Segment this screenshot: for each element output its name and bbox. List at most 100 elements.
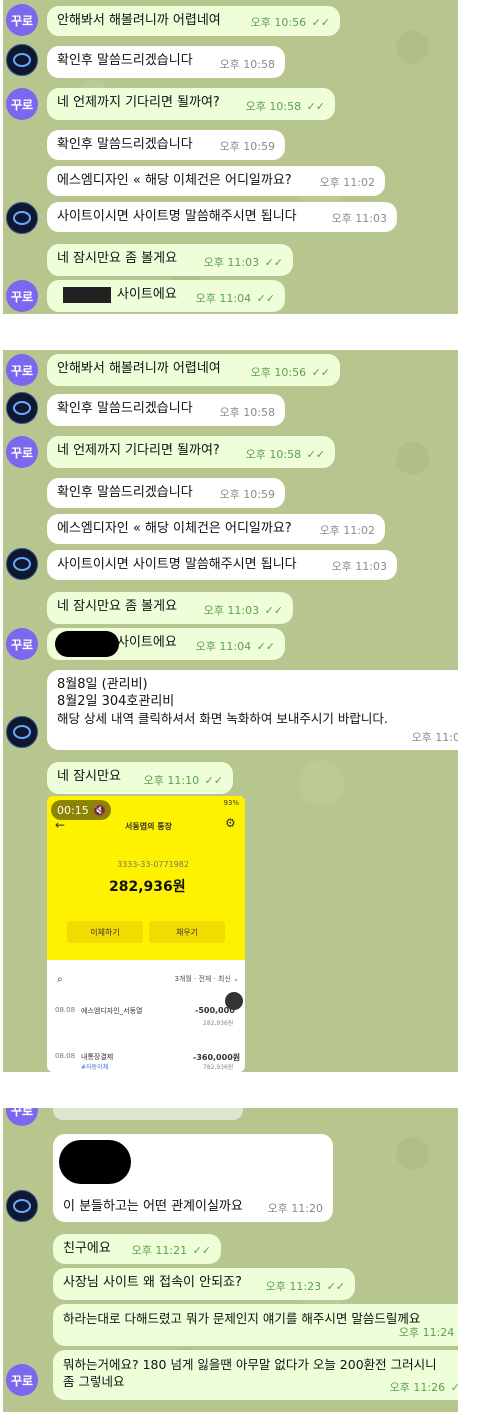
message-bubble[interactable]: 네 언제까지 기다리면 될까여? 오후 10:58 ✓✓ (47, 88, 335, 120)
avatar[interactable] (6, 548, 38, 580)
message-bubble[interactable]: 사이트에요 오후 11:04 ✓✓ (47, 628, 285, 660)
time-text: 오후 10:58 (245, 100, 302, 113)
avatar[interactable] (6, 202, 38, 234)
message-bubble[interactable]: 확인후 말씀드리겠습니다 오후 10:58 (47, 394, 285, 426)
back-arrow-icon[interactable]: ← (55, 818, 65, 832)
message-bubble[interactable]: 네 잠시만요 좀 볼게요 오후 11:03 ✓✓ (47, 244, 293, 276)
message-time: 오후 11:04 ✓✓ (196, 638, 275, 656)
message-time: 오후 10:58 (219, 58, 275, 71)
redacted-block (59, 1140, 131, 1184)
avatar[interactable]: 꾸로 (6, 1364, 38, 1396)
double-check-icon: ✓✓ (306, 448, 325, 461)
message-time: 오후 10:59 (219, 140, 275, 153)
message-text: 안해봐서 해볼려니까 어렵네여 (57, 13, 221, 28)
message-time: 오후 11:23 ✓✓ (266, 1278, 345, 1296)
avatar[interactable] (6, 716, 38, 748)
message-bubble[interactable]: 뭐하는거에요? 180 넘게 잃을땐 아무말 없다가 오늘 200환전 그러시니… (53, 1350, 458, 1400)
avatar[interactable]: 꾸로 (6, 88, 38, 120)
message-line: 뭐하는거에요? 180 넘게 잃을땐 아무말 없다가 오늘 200환전 그러시니 (63, 1357, 437, 1372)
account-balance: 282,936원 (109, 879, 186, 895)
video-message[interactable]: 00:15 🔇 93% ← 서동엽의 통장 ⚙ 3333-33-0771982 … (47, 796, 245, 1072)
settings-icon[interactable]: ⚙ (225, 816, 236, 830)
message-bubble[interactable]: 사이트이시면 사이트명 말씀해주시면 됩니다 오후 11:03 (47, 550, 397, 580)
transfer-label: 이체하기 (90, 927, 120, 937)
double-check-icon: ✓✓ (311, 366, 330, 379)
transfer-button[interactable]: 이체하기 (67, 921, 143, 943)
message-text: 이 분들하고는 어떤 관계이실까요 (63, 1199, 243, 1214)
redacted-block (63, 287, 111, 303)
time-text: 오후 11:03 (203, 604, 260, 617)
time-text: 오후 11:04 (195, 292, 252, 305)
avatar-label: 꾸로 (10, 445, 34, 460)
double-check-icon: ✓✓ (264, 604, 283, 617)
message-bubble[interactable]: 확인후 말씀드리겠습니다 오후 10:59 (47, 130, 285, 160)
message-bubble[interactable]: 사이트이시면 사이트명 말씀해주시면 됩니다 오후 11:03 (47, 202, 397, 232)
chat-screenshot-2: 꾸로 안해봐서 해볼려니까 어렵네여 오후 10:56 ✓✓ 확인후 말씀드리겠… (3, 350, 458, 1072)
message-text: 네 언제까지 기다리면 될까여? (57, 95, 220, 110)
chat-screenshot-1: 꾸로 안해봐서 해볼려니까 어렵네여 오후 10:56 ✓✓ 확인후 말씀드리겠… (3, 0, 458, 314)
filter-dropdown[interactable]: 3개월 · 전체 · 최신 ⌄ (174, 974, 239, 984)
time-text: 오후 10:56 (250, 16, 307, 29)
time-text: 오후 11:21 (131, 1244, 188, 1257)
message-line: 8월8일 (관리비) (57, 677, 148, 692)
message-bubble[interactable]: 확인후 말씀드리겠습니다 오후 10:58 (47, 46, 285, 78)
message-text: 네 잠시만요 좀 볼게요 (57, 599, 178, 614)
message-bubble[interactable]: 안해봐서 해볼려니까 어렵네여 오후 10:56 ✓✓ (47, 6, 340, 36)
message-bubble[interactable]: 확인후 말씀드리겠습니다 오후 10:59 (47, 478, 285, 508)
message-bubble[interactable]: 네 잠시만요 오후 11:10 ✓✓ (47, 762, 233, 794)
message-bubble[interactable]: 네 언제까지 기다리면 될까여? 오후 10:58 ✓✓ (47, 436, 335, 468)
message-bubble[interactable]: 네 잠시만요 좀 볼게요 오후 11:03 ✓✓ (47, 592, 293, 624)
avatar[interactable]: 꾸로 (6, 4, 38, 36)
message-text: 네 언제까지 기다리면 될까여? (57, 443, 220, 458)
message-bubble[interactable]: 이 분들하고는 어떤 관계이실까요 오후 11:20 (53, 1134, 333, 1222)
double-check-icon: ✓✓ (326, 1280, 345, 1293)
message-time: 오후 11:03 ✓✓ (204, 602, 283, 620)
avatar[interactable]: 꾸로 (6, 436, 38, 468)
txn-tag: #자동이체 (81, 1064, 109, 1071)
avatar[interactable] (6, 44, 38, 76)
message-bubble[interactable]: 사장님 사이트 왜 접속이 안되죠? 오후 11:23 ✓✓ (53, 1268, 355, 1300)
avatar[interactable]: 꾸로 (6, 280, 38, 312)
video-duration-badge: 00:15 🔇 (51, 800, 111, 820)
double-check-icon: ✓✓ (264, 256, 283, 269)
fill-button[interactable]: 채우기 (149, 921, 225, 943)
time-text: 오후 11:26 (389, 1381, 446, 1394)
message-bubble[interactable]: 친구에요 오후 11:21 ✓✓ (53, 1234, 221, 1264)
double-check-icon: ✓✓ (256, 640, 275, 653)
time-text: 오후 10:56 (250, 366, 307, 379)
muted-speaker-icon[interactable]: 🔇 (93, 804, 107, 817)
message-time: 오후 11:09 (411, 731, 458, 744)
avatar-label: 꾸로 (10, 13, 34, 28)
double-check-icon: ✓✓ (450, 1381, 458, 1394)
message-text: 사이트이시면 사이트명 말씀해주시면 됩니다 (57, 209, 297, 224)
message-time: 오후 10:58 ✓✓ (246, 446, 325, 464)
txn-balance: 282,936원 (203, 1020, 234, 1027)
message-bubble[interactable]: 안해봐서 해볼려니까 어렵네여 오후 10:56 ✓✓ (47, 354, 340, 386)
time-text: 오후 11:23 (265, 1280, 322, 1293)
message-time: 오후 11:26 ✓✓ (390, 1379, 458, 1396)
message-bubble[interactable]: 하라는대로 다해드렸고 뭐가 문제인지 얘기를 해주시면 말씀드릴께요 오후 1… (53, 1304, 458, 1346)
message-time: 오후 10:56 ✓✓ (251, 364, 330, 382)
message-text: 확인후 말씀드리겠습니다 (57, 485, 193, 500)
avatar[interactable] (6, 1190, 38, 1222)
message-bubble[interactable]: 에스엠디자인 « 해당 이체건은 어디일까요? 오후 11:02 (47, 166, 385, 196)
message-bubble[interactable]: 8월8일 (관리비) 8월2일 304호관리비 해당 상세 내역 클릭하셔서 화… (47, 670, 458, 750)
message-text: 안해봐서 해볼려니까 어렵네여 (57, 361, 221, 376)
double-check-icon: ✓✓ (192, 1244, 211, 1257)
double-check-icon: ✓✓ (306, 100, 325, 113)
message-time: 오후 11:02 (319, 176, 375, 189)
message-text: 에스엠디자인 « 해당 이체건은 어디일까요? (57, 173, 292, 188)
message-bubble[interactable]: 에스엠디자인 « 해당 이체건은 어디일까요? 오후 11:02 (47, 514, 385, 544)
message-text: 사이트이시면 사이트명 말씀해주시면 됩니다 (57, 557, 297, 572)
fill-label: 채우기 (175, 927, 199, 937)
message-time: 오후 11:21 ✓✓ (132, 1242, 211, 1260)
message-text: 확인후 말씀드리겠습니다 (57, 137, 193, 152)
message-bubble[interactable]: 사이트에요 오후 11:04 ✓✓ (47, 280, 285, 312)
message-line: 8월2일 304호관리비 (57, 694, 175, 709)
message-time: 오후 10:58 ✓✓ (246, 98, 325, 116)
video-overlay-badge (225, 992, 243, 1010)
avatar[interactable]: 꾸로 (6, 354, 38, 386)
avatar[interactable]: 꾸로 (6, 628, 38, 660)
search-icon[interactable]: ⌕ (57, 974, 63, 985)
avatar[interactable] (6, 392, 38, 424)
